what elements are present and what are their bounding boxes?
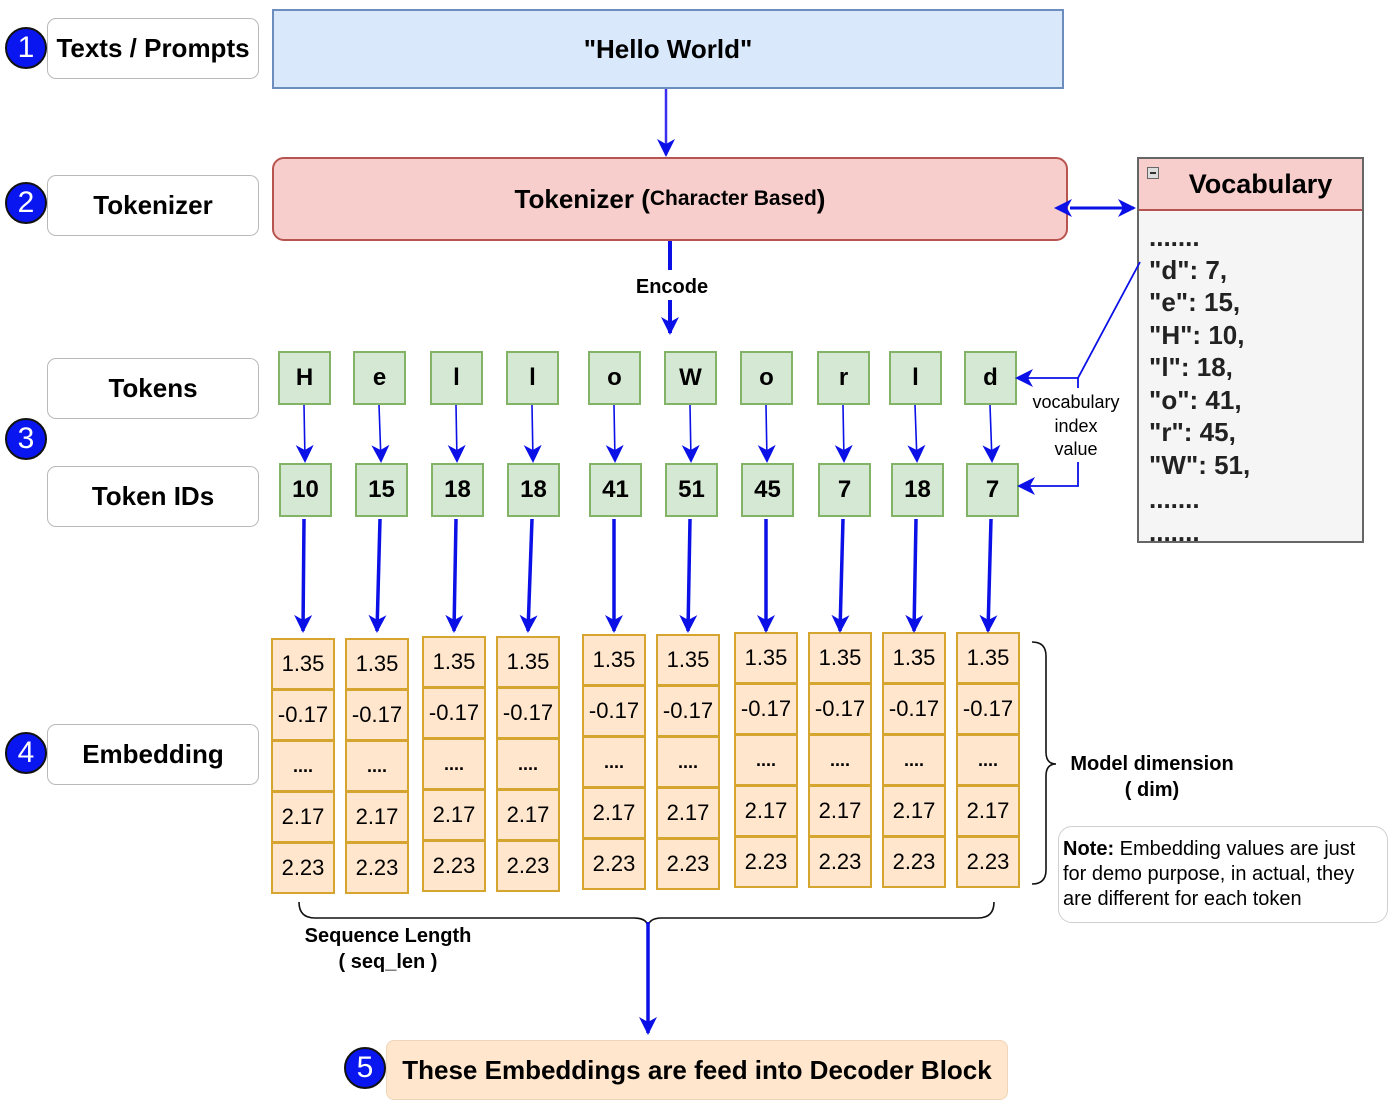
arrow-token-to-id [295,404,314,463]
arrow-id-to-embedding [679,518,698,633]
arrow-id-to-embedding [294,518,313,633]
connector-layer [294,89,1141,1035]
arrow-id-to-embedding [519,518,538,633]
arrow-token-to-id [907,404,926,463]
arrow-token-to-id [834,404,853,463]
model-dimension-brace [1031,641,1057,885]
arrow-id-to-embedding [831,518,850,633]
arrow-id-to-embedding [368,518,387,633]
arrow-token-to-id [371,404,390,463]
arrow-token-to-id [982,404,1001,463]
arrow-token-to-id [757,404,776,463]
arrow-id-to-embedding [905,518,924,633]
arrow-token-to-id [605,404,624,463]
arrow-id-to-embedding [979,518,998,633]
arrow-token-to-id [523,404,542,463]
arrow-lookup-to-id-7 [1017,462,1079,495]
vocab-lookup-connector [1077,261,1141,388]
arrow-token-to-id [447,404,466,463]
arrow-token-to-id [681,404,700,463]
arrow-id-to-embedding [445,518,464,633]
